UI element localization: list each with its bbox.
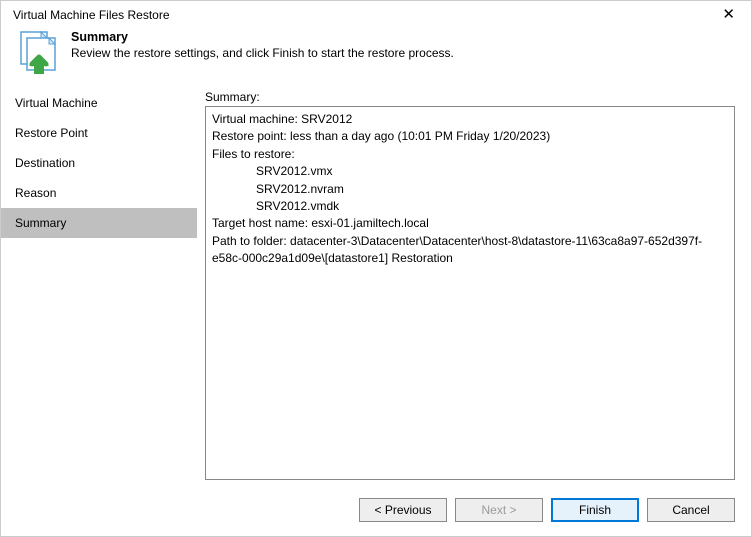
titlebar: Virtual Machine Files Restore ✕: [1, 1, 751, 26]
summary-file: SRV2012.nvram: [212, 181, 728, 198]
cancel-button[interactable]: Cancel: [647, 498, 735, 522]
sidebar-item-restore-point[interactable]: Restore Point: [1, 118, 197, 148]
content-panel: Summary: Virtual machine: SRV2012 Restor…: [197, 84, 751, 486]
sidebar-item-summary[interactable]: Summary: [1, 208, 197, 238]
summary-textbox[interactable]: Virtual machine: SRV2012 Restore point: …: [205, 106, 735, 480]
summary-target-host: Target host name: esxi-01.jamiltech.loca…: [212, 215, 728, 232]
sidebar-item-label: Summary: [15, 216, 66, 230]
header-text: Summary Review the restore settings, and…: [71, 30, 454, 60]
summary-label: Summary:: [205, 90, 735, 104]
wizard-sidebar: Virtual Machine Restore Point Destinatio…: [1, 84, 197, 486]
summary-restore-point: Restore point: less than a day ago (10:0…: [212, 128, 728, 145]
sidebar-item-label: Destination: [15, 156, 75, 170]
previous-button[interactable]: < Previous: [359, 498, 447, 522]
header-subtitle: Review the restore settings, and click F…: [71, 46, 454, 60]
restore-icon: [15, 30, 59, 74]
finish-button[interactable]: Finish: [551, 498, 639, 522]
next-button: Next >: [455, 498, 543, 522]
sidebar-item-virtual-machine[interactable]: Virtual Machine: [1, 88, 197, 118]
wizard-header: Summary Review the restore settings, and…: [1, 26, 751, 84]
sidebar-item-label: Reason: [15, 186, 56, 200]
header-title: Summary: [71, 30, 454, 44]
wizard-footer: < Previous Next > Finish Cancel: [1, 486, 751, 536]
sidebar-item-label: Virtual Machine: [15, 96, 98, 110]
window-title: Virtual Machine Files Restore: [13, 8, 170, 22]
summary-vm: Virtual machine: SRV2012: [212, 111, 728, 128]
sidebar-item-label: Restore Point: [15, 126, 88, 140]
sidebar-item-reason[interactable]: Reason: [1, 178, 197, 208]
summary-path: Path to folder: datacenter-3\Datacenter\…: [212, 233, 728, 268]
close-icon[interactable]: ✕: [716, 7, 741, 22]
summary-file: SRV2012.vmdk: [212, 198, 728, 215]
summary-files-label: Files to restore:: [212, 146, 728, 163]
summary-file: SRV2012.vmx: [212, 163, 728, 180]
sidebar-item-destination[interactable]: Destination: [1, 148, 197, 178]
main-area: Virtual Machine Restore Point Destinatio…: [1, 84, 751, 486]
